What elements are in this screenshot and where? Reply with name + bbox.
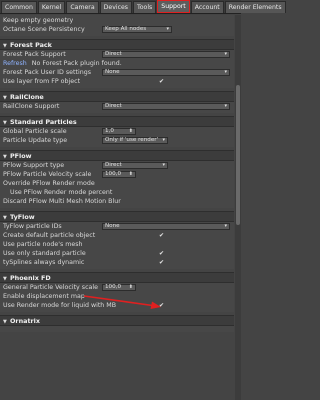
section-title: Standard Particles — [10, 118, 77, 126]
forest-pack-user-id-value: None — [105, 69, 120, 75]
forest-pack-support-value: Direct — [105, 51, 122, 57]
create-default-particle-label: Create default particle object — [3, 232, 96, 239]
persistency-row: Octane Scene Persistency Keep All nodes ▾ — [0, 25, 234, 34]
particle-update-type-label: Particle Update type — [3, 137, 68, 144]
phoenix-velocity-label: General Particle Velocity scale — [3, 284, 99, 291]
phoenix-velocity-spinner[interactable]: 100,0 ⬍ — [102, 284, 136, 291]
ornatrix-header[interactable]: ▼ Ornatrix — [0, 315, 234, 326]
persistency-value: Keep All nodes — [105, 26, 147, 32]
discard-pflow-label: Discard PFlow Multi Mesh Motion Blur — [3, 198, 121, 205]
tab-account[interactable]: Account — [190, 1, 224, 13]
spinner-icon: ⬍ — [128, 284, 133, 290]
global-particle-scale-label: Global Particle scale — [3, 128, 67, 135]
pflow-velocity-spinner[interactable]: 100,0 ⬍ — [102, 171, 136, 178]
tysplines-dynamic-checkbox[interactable]: ✔ — [158, 259, 165, 266]
keep-empty-geometry-checkbox[interactable] — [158, 17, 165, 24]
settings-panel: Keep empty geometry Octane Scene Persist… — [0, 15, 234, 332]
phoenix-velocity-value: 100,0 — [105, 284, 122, 290]
red-arrow-annotation-icon — [83, 295, 161, 309]
section-title: PFlow — [10, 152, 32, 160]
refresh-link[interactable]: Refresh — [3, 59, 27, 68]
use-standard-particle-checkbox[interactable]: ✔ — [158, 250, 165, 257]
particle-update-type-value: Only if 'use render' — [105, 137, 159, 143]
section-title: Forest Pack — [10, 41, 52, 49]
global-particle-scale-value: 1,0 — [105, 128, 114, 134]
railclone-support-label: RailClone Support — [3, 103, 60, 110]
tyflow-ids-value: None — [105, 223, 120, 229]
tab-camera[interactable]: Camera — [66, 1, 99, 13]
forest-pack-status: No Forest Pack plugin found. — [31, 60, 122, 67]
railclone-support-dropdown[interactable]: Direct ▾ — [102, 103, 230, 110]
enable-displacement-label: Enable displacement map — [3, 293, 85, 300]
override-pflow-checkbox[interactable] — [158, 180, 165, 187]
chevron-down-icon: ▾ — [162, 137, 165, 143]
particle-update-type-dropdown[interactable]: Only if 'use render' ▾ — [102, 137, 168, 144]
railclone-header[interactable]: ▼ RailClone — [0, 91, 234, 102]
tab-kernel[interactable]: Kernel — [37, 1, 66, 13]
tab-devices[interactable]: Devices — [99, 1, 133, 13]
pflow-velocity-label: PFlow Particle Velocity scale — [3, 171, 92, 178]
spinner-icon: ⬍ — [128, 128, 133, 134]
chevron-down-icon: ▾ — [162, 162, 165, 168]
tab-support[interactable]: Support — [157, 0, 190, 13]
chevron-down-icon: ▾ — [166, 26, 169, 32]
forest-pack-user-id-dropdown[interactable]: None ▾ — [102, 69, 230, 76]
tab-tools[interactable]: Tools — [133, 1, 157, 13]
use-pflow-percent-checkbox[interactable] — [158, 189, 165, 196]
pflow-support-dropdown[interactable]: Direct ▾ — [102, 162, 168, 169]
forest-pack-header[interactable]: ▼ Forest Pack — [0, 39, 234, 50]
section-title: TyFlow — [10, 213, 35, 221]
override-pflow-label: Override PFlow Render mode — [3, 180, 95, 187]
use-pflow-percent-label: Use PFlow Render mode percent — [10, 189, 113, 196]
scrollbar-thumb[interactable] — [236, 85, 240, 225]
tysplines-dynamic-label: tySplines always dynamic — [3, 259, 85, 266]
persistency-label: Octane Scene Persistency — [3, 26, 85, 33]
chevron-down-icon: ▾ — [224, 51, 227, 57]
chevron-down-icon: ▾ — [224, 103, 227, 109]
phoenix-fd-header[interactable]: ▼ Phoenix FD — [0, 272, 234, 283]
spinner-icon: ⬍ — [128, 171, 133, 177]
create-default-particle-checkbox[interactable]: ✔ — [158, 232, 165, 239]
global-particle-scale-spinner[interactable]: 1,0 ⬍ — [102, 128, 136, 135]
use-particle-mesh-label: Use particle node's mesh — [3, 241, 83, 248]
use-standard-particle-label: Use only standard particle — [3, 250, 86, 257]
collapse-arrow-icon: ▼ — [3, 319, 7, 325]
use-particle-mesh-checkbox[interactable] — [158, 241, 165, 248]
section-title: Phoenix FD — [10, 274, 51, 282]
forest-pack-support-dropdown[interactable]: Direct ▾ — [102, 51, 230, 58]
standard-particles-header[interactable]: ▼ Standard Particles — [0, 116, 234, 127]
section-title: RailClone — [10, 93, 44, 101]
tab-bar: Common Kernel Camera Devices Tools Suppo… — [0, 0, 286, 14]
pflow-support-value: Direct — [105, 162, 122, 168]
tab-common[interactable]: Common — [1, 1, 37, 13]
tyflow-header[interactable]: ▼ TyFlow — [0, 211, 234, 222]
chevron-down-icon: ▾ — [224, 223, 227, 229]
tyflow-ids-label: TyFlow particle IDs — [3, 223, 62, 230]
pflow-header[interactable]: ▼ PFlow — [0, 150, 234, 161]
pflow-velocity-value: 100,0 — [105, 171, 122, 177]
use-layer-checkbox[interactable]: ✔ — [158, 78, 165, 85]
tab-render-elements[interactable]: Render Elements — [224, 1, 286, 13]
pflow-support-label: PFlow Support type — [3, 162, 65, 169]
chevron-down-icon: ▾ — [224, 69, 227, 75]
forest-pack-user-id-label: Forest Pack User ID settings — [3, 69, 91, 76]
vertical-scrollbar[interactable] — [235, 15, 241, 400]
persistency-dropdown[interactable]: Keep All nodes ▾ — [102, 26, 172, 33]
keep-empty-geometry-label: Keep empty geometry — [3, 17, 74, 24]
tyflow-ids-dropdown[interactable]: None ▾ — [102, 223, 230, 230]
discard-pflow-checkbox[interactable] — [158, 198, 165, 205]
keep-empty-geometry-row: Keep empty geometry — [0, 16, 234, 25]
railclone-support-value: Direct — [105, 103, 122, 109]
section-title: Ornatrix — [10, 317, 40, 325]
forest-pack-support-label: Forest Pack Support — [3, 51, 66, 58]
use-layer-label: Use layer from FP object — [3, 78, 81, 85]
